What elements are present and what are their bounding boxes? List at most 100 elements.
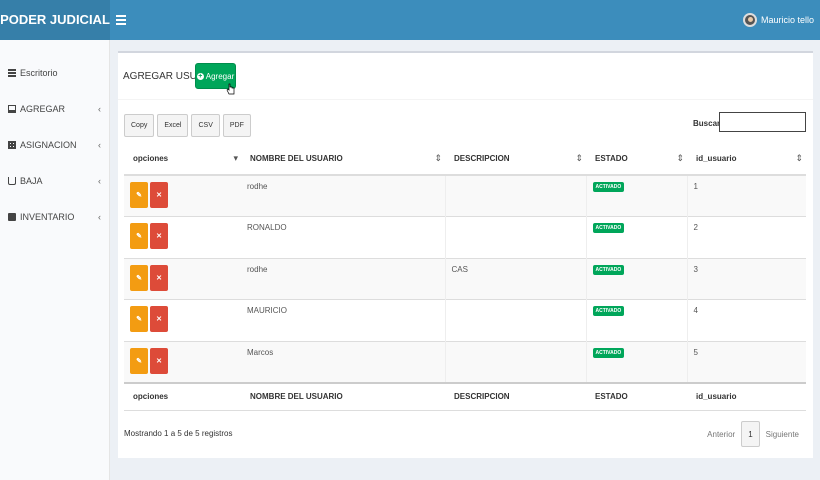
table-row: ✎ ✕ rodhe CAS ACTIVADO 3 [124, 257, 806, 300]
top-navbar: PODER JUDICIAL Mauricio tello [0, 0, 820, 40]
next-page-button[interactable]: Siguiente [760, 421, 805, 447]
sidebar-item-asignacion[interactable]: ASIGNACION ‹ [0, 127, 109, 163]
cell-descripcion [444, 340, 586, 383]
column-header-nombre[interactable]: NOMBRE DEL USUARIO ⇕ [241, 143, 445, 176]
cart-icon [8, 177, 16, 185]
sidebar-toggle-icon[interactable] [116, 12, 126, 28]
pagination: Anterior 1 Siguiente [701, 421, 805, 447]
laptop-icon [8, 105, 16, 113]
cell-estado: ACTIVADO [585, 340, 687, 383]
avatar [742, 13, 757, 27]
sidebar-item-label: BAJA [20, 176, 43, 186]
sort-icon: ⇕ [676, 153, 684, 163]
cell-nombre: rodhe [241, 174, 445, 217]
cell-id: 4 [686, 299, 806, 341]
cell-estado: ACTIVADO [585, 174, 687, 217]
sidebar: Escritorio AGREGAR ‹ ASIGNACION ‹ BAJA ‹… [0, 40, 110, 480]
book-icon [8, 213, 16, 221]
cell-descripcion: CAS [444, 257, 586, 300]
close-icon: ✕ [156, 233, 162, 240]
pdf-button[interactable]: PDF [222, 114, 251, 137]
status-badge: ACTIVADO [592, 264, 625, 275]
row-actions: ✎ ✕ [124, 257, 241, 300]
sidebar-item-label: ASIGNACION [20, 140, 77, 150]
pencil-icon: ✎ [136, 274, 142, 282]
cell-nombre: MAURICIO [241, 299, 445, 341]
cell-nombre: rodhe [241, 257, 445, 300]
delete-button[interactable]: ✕ [150, 264, 168, 291]
sidebar-item-label: AGREGAR [20, 104, 66, 114]
delete-button[interactable]: ✕ [150, 306, 168, 332]
column-header-estado[interactable]: ESTADO ⇕ [586, 143, 687, 176]
table-row: ✎ ✕ Marcos ACTIVADO 5 [124, 340, 806, 383]
previous-page-button[interactable]: Anterior [701, 421, 741, 447]
cell-nombre: Marcos [241, 340, 445, 383]
edit-button[interactable]: ✎ [130, 182, 148, 208]
sidebar-item-label: Escritorio [20, 68, 58, 78]
cell-id: 2 [686, 216, 806, 258]
edit-button[interactable]: ✎ [130, 347, 148, 374]
users-table: opciones ▾ NOMBRE DEL USUARIO ⇕ DESCRIPCIO… [124, 143, 806, 411]
footer-estado: ESTADO [586, 381, 687, 411]
export-buttons: Copy Excel CSV PDF [124, 114, 254, 137]
column-header-id[interactable]: id_usuario ⇕ [687, 143, 806, 176]
table-row: ✎ ✕ RONALDO ACTIVADO 2 [124, 216, 806, 258]
row-actions: ✎ ✕ [124, 340, 241, 383]
table-footer-row: opciones NOMBRE DEL USUARIO DESCRIPCION … [124, 381, 806, 411]
grid-icon [8, 141, 16, 149]
close-icon: ✕ [156, 357, 162, 365]
footer-descripcion: DESCRIPCION [445, 381, 586, 411]
sidebar-item-label: INVENTARIO [20, 212, 75, 222]
close-icon: ✕ [156, 274, 162, 282]
copy-button[interactable]: Copy [124, 114, 155, 137]
sort-icon: ⇕ [575, 153, 583, 163]
sort-desc-icon: ▾ [233, 153, 238, 163]
dashboard-icon [8, 69, 16, 77]
close-icon: ✕ [156, 316, 162, 323]
cell-id: 1 [686, 174, 806, 217]
delete-button[interactable]: ✕ [150, 223, 168, 249]
row-actions: ✎ ✕ [124, 216, 241, 258]
sidebar-item-baja[interactable]: BAJA ‹ [0, 163, 109, 199]
cell-estado: ACTIVADO [585, 257, 687, 300]
cell-descripcion [444, 299, 586, 341]
sidebar-item-inventario[interactable]: INVENTARIO ‹ [0, 199, 109, 235]
delete-button[interactable]: ✕ [150, 347, 168, 374]
row-actions: ✎ ✕ [124, 174, 241, 217]
delete-button[interactable]: ✕ [150, 182, 168, 208]
edit-button[interactable]: ✎ [130, 223, 148, 249]
pencil-icon: ✎ [136, 357, 142, 365]
sidebar-item-agregar[interactable]: AGREGAR ‹ [0, 91, 109, 127]
plus-circle-icon: + [196, 72, 204, 80]
box-header: AGREGAR USUARIO + Agregar [118, 53, 813, 100]
edit-button[interactable]: ✎ [130, 306, 148, 332]
users-box: AGREGAR USUARIO + Agregar Copy Excel CSV… [118, 51, 813, 458]
table-row: ✎ ✕ rodhe ACTIVADO 1 [124, 174, 806, 217]
csv-button[interactable]: CSV [191, 114, 220, 137]
page-1-button[interactable]: 1 [741, 421, 760, 447]
search-input[interactable] [719, 112, 806, 132]
sidebar-item-escritorio[interactable]: Escritorio [0, 55, 109, 91]
cell-estado: ACTIVADO [585, 299, 687, 341]
cell-nombre: RONALDO [241, 216, 445, 258]
edit-button[interactable]: ✎ [130, 264, 148, 291]
column-header-descripcion[interactable]: DESCRIPCION ⇕ [445, 143, 586, 176]
chevron-left-icon: ‹ [98, 212, 101, 222]
table-header-row: opciones ▾ NOMBRE DEL USUARIO ⇕ DESCRIPCIO… [124, 143, 806, 176]
cell-descripcion [444, 216, 586, 258]
pencil-icon: ✎ [136, 316, 142, 323]
cell-id: 5 [686, 340, 806, 383]
sort-icon: ⇕ [434, 153, 442, 163]
status-badge: ACTIVADO [592, 347, 625, 358]
cell-estado: ACTIVADO [585, 216, 687, 258]
footer-nombre: NOMBRE DEL USUARIO [241, 381, 445, 411]
column-header-opciones[interactable]: opciones ▾ [124, 143, 241, 176]
user-name: Mauricio tello [760, 15, 814, 25]
user-menu[interactable]: Mauricio tello [742, 10, 814, 30]
status-badge: ACTIVADO [592, 182, 625, 192]
footer-opciones: opciones [124, 381, 241, 411]
pagination-info: Mostrando 1 a 5 de 5 registros [124, 429, 233, 438]
excel-button[interactable]: Excel [157, 114, 189, 137]
app-logo[interactable]: PODER JUDICIAL [0, 0, 110, 40]
status-badge: ACTIVADO [592, 223, 625, 233]
